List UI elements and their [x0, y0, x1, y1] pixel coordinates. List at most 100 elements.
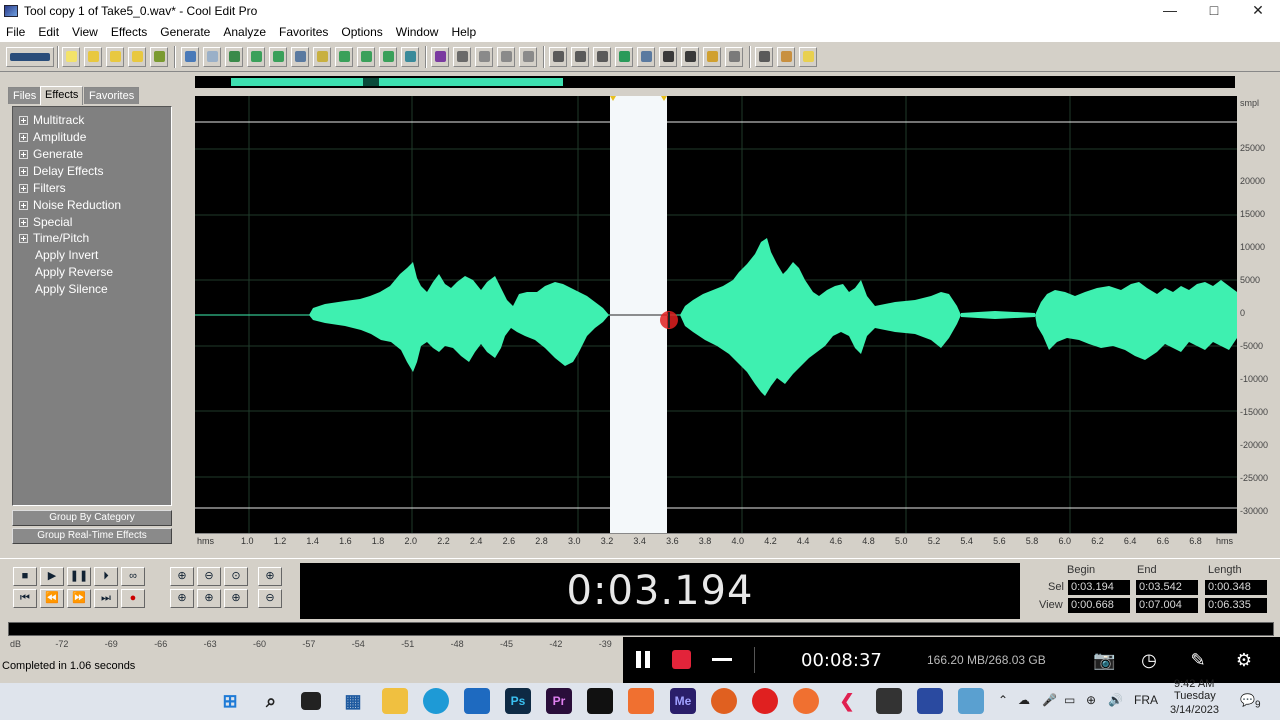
zoom-out-horizontal-button[interactable]: ⊖	[197, 567, 221, 586]
organizer-button[interactable]	[703, 47, 721, 67]
tab-favorites[interactable]: Favorites	[84, 87, 140, 104]
tree-item-delay-effects[interactable]: Delay Effects	[19, 164, 103, 180]
app-icon[interactable]	[711, 688, 737, 714]
language-indicator[interactable]: FRA	[1134, 693, 1158, 707]
save-button[interactable]	[106, 47, 124, 67]
cut-button[interactable]	[291, 47, 309, 67]
app-icon[interactable]	[876, 688, 902, 714]
menu-effects[interactable]: Effects	[111, 25, 147, 39]
zoom-out-vertical-button[interactable]: ⊖	[258, 589, 282, 608]
multitrack-toggle-button[interactable]	[6, 47, 54, 67]
maximize-button[interactable]: □	[1192, 0, 1236, 22]
info-panel-button[interactable]	[725, 47, 743, 67]
expand-icon[interactable]	[19, 184, 28, 193]
new-file-button[interactable]	[62, 47, 80, 67]
help-button[interactable]	[799, 47, 817, 67]
minimize-recorder-icon[interactable]	[712, 658, 732, 661]
waveform-display[interactable]	[195, 96, 1237, 533]
paste-to-new-button[interactable]	[335, 47, 353, 67]
save-as-button[interactable]	[128, 47, 146, 67]
chevron-up-icon[interactable]: ⌃	[998, 693, 1008, 707]
schedule-icon[interactable]: ◷	[1138, 649, 1160, 671]
clock-time[interactable]: 9:42 AM	[1174, 678, 1214, 690]
app-icon[interactable]	[958, 688, 984, 714]
tree-item-special[interactable]: Special	[19, 215, 72, 231]
rewind-button[interactable]: ⏪	[40, 589, 64, 608]
tab-files[interactable]: Files	[8, 87, 42, 104]
copy-to-new-button[interactable]	[269, 47, 287, 67]
windows-start-icon[interactable]: ⊞	[217, 688, 243, 714]
menu-analyze[interactable]: Analyze	[223, 25, 266, 39]
menu-help[interactable]: Help	[451, 25, 476, 39]
zoom-to-selection-button[interactable]	[401, 47, 419, 67]
cool-edit-taskbar-icon[interactable]	[917, 688, 943, 714]
loop-button[interactable]: ∞	[121, 567, 145, 586]
script-button[interactable]	[777, 47, 795, 67]
expand-icon[interactable]	[19, 150, 28, 159]
app-icon[interactable]: ❮	[834, 688, 860, 714]
firefox-icon[interactable]	[793, 688, 819, 714]
sel-begin-field[interactable]: 0:03.194	[1068, 580, 1130, 595]
microphone-icon[interactable]: 🎤	[1042, 693, 1057, 707]
expand-icon[interactable]	[19, 133, 28, 142]
photoshop-icon[interactable]: Ps	[505, 688, 531, 714]
tree-item-filters[interactable]: Filters	[19, 181, 66, 197]
record-button[interactable]: ●	[121, 589, 145, 608]
properties-button[interactable]	[593, 47, 611, 67]
zoom-right-button[interactable]: ⊕	[197, 589, 221, 608]
time-format-button[interactable]	[659, 47, 677, 67]
tree-item-generate[interactable]: Generate	[19, 147, 83, 163]
gear-icon[interactable]: ⚙	[1233, 649, 1255, 671]
clock-day[interactable]: Tuesday	[1174, 690, 1216, 702]
settings-button[interactable]	[755, 47, 773, 67]
frequency-analysis-button[interactable]	[637, 47, 655, 67]
copy-button[interactable]	[247, 47, 265, 67]
view-length-field[interactable]: 0:06.335	[1205, 598, 1267, 613]
zoom-in-horizontal-button[interactable]: ⊕	[170, 567, 194, 586]
tree-item-apply-invert[interactable]: Apply Invert	[35, 248, 98, 264]
play-list-button[interactable]	[571, 47, 589, 67]
spectral-view-button[interactable]	[431, 47, 449, 67]
tree-item-amplitude[interactable]: Amplitude	[19, 130, 86, 146]
edge-browser-icon[interactable]	[423, 688, 449, 714]
visible-range-indicator[interactable]	[231, 78, 563, 86]
menu-edit[interactable]: Edit	[38, 25, 59, 39]
tree-item-apply-silence[interactable]: Apply Silence	[35, 282, 108, 298]
menu-file[interactable]: File	[6, 25, 25, 39]
tree-item-multitrack[interactable]: Multitrack	[19, 113, 84, 129]
edit-left-channel-button[interactable]	[475, 47, 493, 67]
notification-icon[interactable]: 💬9	[1240, 693, 1261, 710]
pause-recording-icon[interactable]	[634, 651, 652, 668]
expand-icon[interactable]	[19, 218, 28, 227]
widgets-icon[interactable]: ▦	[340, 688, 366, 714]
open-file-button[interactable]	[84, 47, 102, 67]
file-explorer-icon[interactable]	[382, 688, 408, 714]
clock-date[interactable]: 3/14/2023	[1170, 704, 1219, 716]
play-from-cursor-button[interactable]	[615, 47, 633, 67]
expand-icon[interactable]	[19, 201, 28, 210]
zoom-full-button[interactable]: ⊙	[224, 567, 248, 586]
expand-icon[interactable]	[19, 116, 28, 125]
menu-view[interactable]: View	[72, 25, 98, 39]
tab-effects[interactable]: Effects	[40, 86, 84, 105]
expand-icon[interactable]	[19, 167, 28, 176]
mix-paste-button[interactable]	[357, 47, 375, 67]
battery-icon[interactable]: ▭	[1064, 693, 1075, 707]
task-view-icon[interactable]	[301, 692, 321, 710]
app-icon[interactable]	[587, 688, 613, 714]
group-by-category-button[interactable]: Group By Category	[12, 510, 172, 526]
tree-item-noise-reduction[interactable]: Noise Reduction	[19, 198, 121, 214]
view-begin-field[interactable]: 0:00.668	[1068, 598, 1130, 613]
overview-bar[interactable]	[195, 76, 1235, 88]
app-icon[interactable]	[628, 688, 654, 714]
store-icon[interactable]	[464, 688, 490, 714]
paste-button[interactable]	[313, 47, 331, 67]
close-button[interactable]: ✕	[1236, 0, 1280, 22]
media-encoder-icon[interactable]: Me	[670, 688, 696, 714]
go-to-start-button[interactable]: ⏮	[13, 589, 37, 608]
sel-end-field[interactable]: 0:03.542	[1136, 580, 1198, 595]
save-all-button[interactable]	[150, 47, 168, 67]
show-cue-list-button[interactable]	[549, 47, 567, 67]
edit-icon[interactable]: ✎	[1187, 649, 1209, 671]
opera-icon[interactable]	[752, 688, 778, 714]
